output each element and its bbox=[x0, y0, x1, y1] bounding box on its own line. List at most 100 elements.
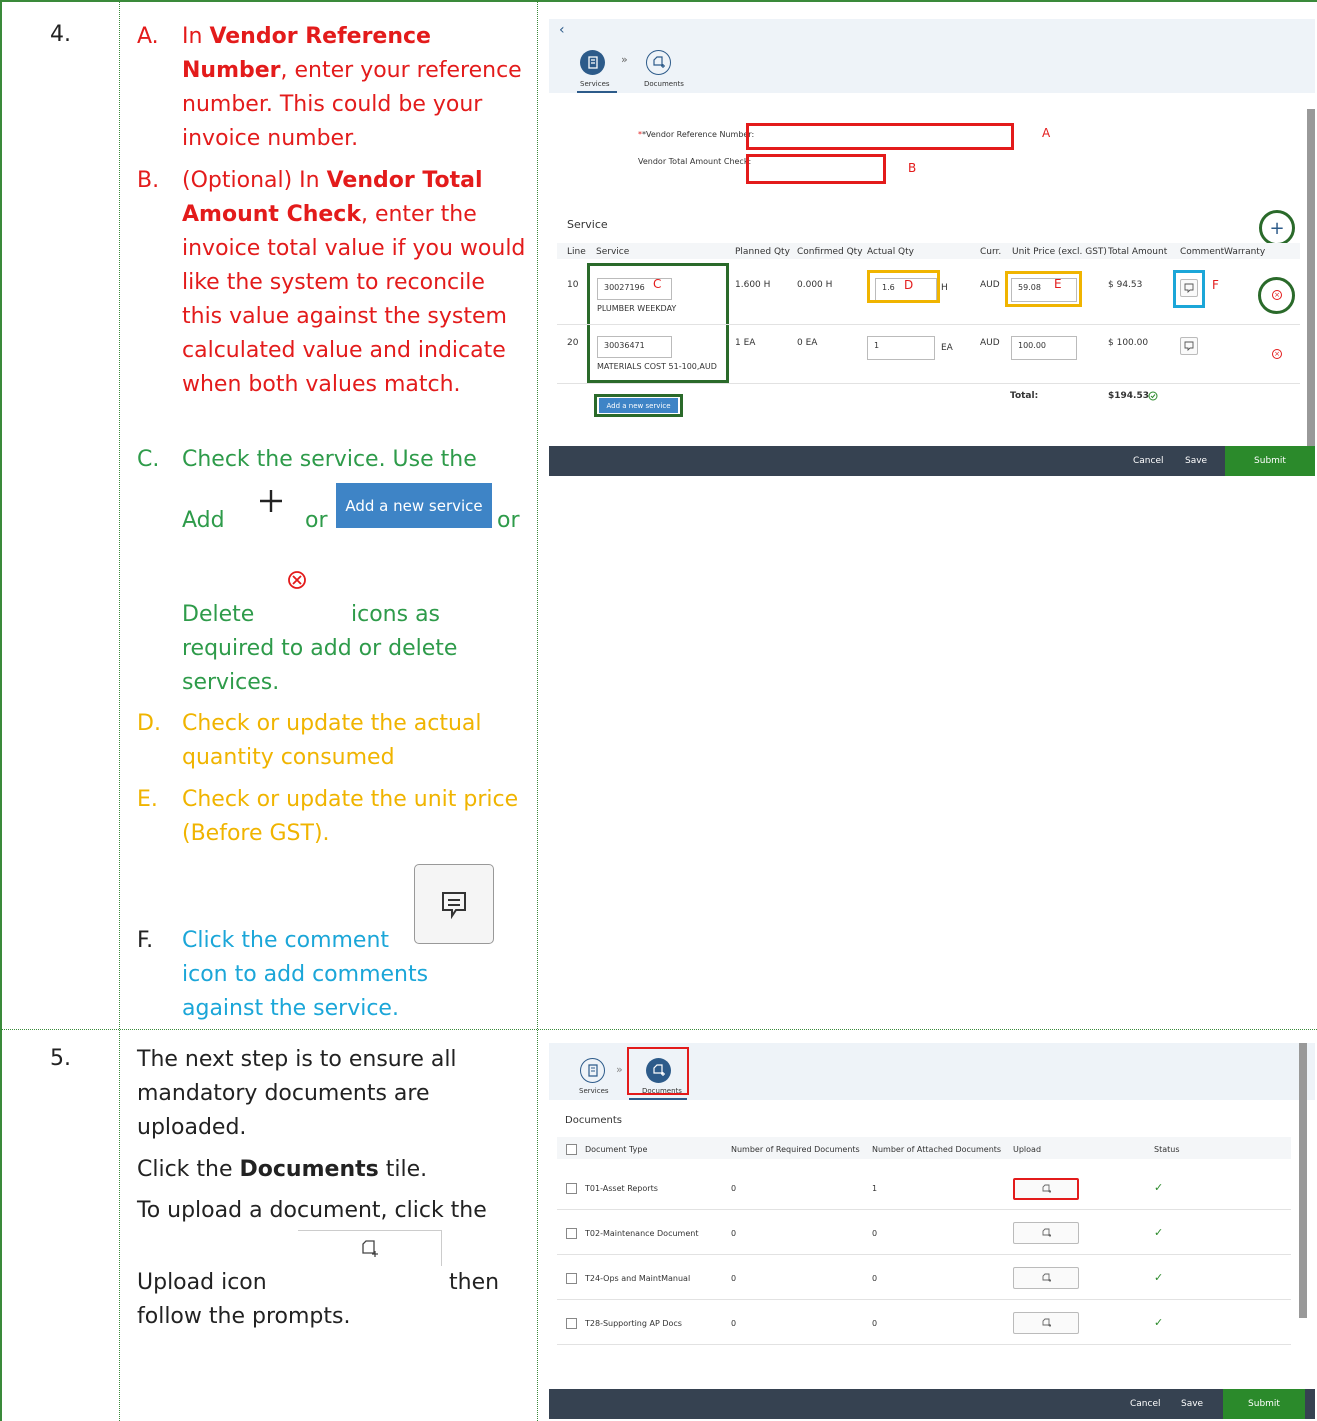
annotation-c: C bbox=[653, 277, 662, 291]
chevron-double-right-icon: » bbox=[616, 1063, 623, 1076]
tab-services[interactable] bbox=[580, 50, 605, 75]
delete-highlight-circle bbox=[1258, 277, 1295, 314]
delete-row-button[interactable]: × bbox=[1272, 349, 1282, 359]
item-a-text: In Vendor Reference Number, enter your r… bbox=[182, 24, 522, 151]
service-entry-screenshot: ‹ » Services Documents **Vendor Referenc… bbox=[549, 19, 1315, 476]
document-type: T24-Ops and MaintManual bbox=[585, 1274, 691, 1283]
step5-upload-text: To upload a document, click the bbox=[137, 1198, 487, 1223]
item-c-or: or bbox=[497, 508, 520, 533]
submit-button[interactable]: Submit bbox=[1223, 1389, 1305, 1419]
status-check-icon: ✓ bbox=[1154, 1181, 1164, 1194]
row-divider bbox=[557, 324, 1300, 325]
selected-tab-indicator bbox=[629, 1098, 687, 1100]
item-c-add: Add bbox=[182, 508, 225, 533]
vendor-reference-input[interactable] bbox=[746, 123, 1014, 150]
service-section-title: Service bbox=[567, 218, 608, 231]
row-checkbox[interactable] bbox=[566, 1228, 577, 1239]
item-c-text: Check the service. Use the bbox=[182, 447, 477, 472]
vertical-scrollbar[interactable] bbox=[1307, 109, 1315, 447]
item-e-text: Check or update the unit price (Before G… bbox=[182, 787, 519, 846]
vendor-total-input[interactable] bbox=[746, 154, 886, 184]
upload-button[interactable] bbox=[1013, 1222, 1079, 1244]
row-checkbox[interactable] bbox=[566, 1273, 577, 1284]
chevron-double-right-icon: » bbox=[621, 53, 628, 66]
status-check-icon: ✓ bbox=[1154, 1271, 1164, 1284]
unit: EA bbox=[941, 343, 953, 353]
upload-icon bbox=[1042, 1273, 1051, 1282]
upload-button[interactable] bbox=[1013, 1267, 1079, 1289]
column-header: Upload bbox=[1013, 1145, 1042, 1154]
tab-documents-label: Documents bbox=[644, 80, 684, 88]
service-description: MATERIALS COST 51-100,AUD bbox=[597, 362, 717, 371]
tab-services-label: Services bbox=[580, 80, 610, 88]
match-status-icon bbox=[1148, 391, 1158, 401]
row-divider bbox=[557, 1299, 1291, 1300]
step5-then: then bbox=[449, 1270, 500, 1295]
add-new-service-button[interactable]: Add a new service bbox=[599, 398, 678, 413]
service-code-input[interactable]: 30036471 bbox=[597, 336, 672, 358]
unit-price-input[interactable]: 100.00 bbox=[1011, 336, 1077, 360]
row-divider bbox=[557, 1209, 1291, 1210]
comment-icon bbox=[442, 892, 466, 919]
unit-price-highlight-box bbox=[1005, 271, 1082, 307]
back-icon[interactable]: ‹ bbox=[559, 22, 565, 38]
submit-button[interactable]: Submit bbox=[1225, 446, 1315, 476]
column-header: Warranty bbox=[1224, 247, 1266, 257]
total-label: Total: bbox=[1010, 391, 1039, 401]
annotation-b: B bbox=[908, 161, 917, 175]
document-type: T02-Maintenance Document bbox=[585, 1229, 699, 1238]
item-letter-f: F. bbox=[137, 928, 154, 953]
status-check-icon: ✓ bbox=[1154, 1226, 1164, 1239]
save-button[interactable]: Save bbox=[1185, 446, 1207, 476]
row-checkbox[interactable] bbox=[566, 1183, 577, 1194]
annotation-a: A bbox=[1042, 126, 1051, 140]
upload-icon bbox=[1042, 1228, 1051, 1237]
required-count: 0 bbox=[731, 1184, 737, 1193]
column-header: Number of Attached Documents bbox=[872, 1145, 1002, 1154]
save-button[interactable]: Save bbox=[1181, 1389, 1203, 1419]
step-number-5: 5. bbox=[50, 1046, 71, 1071]
upload-button[interactable] bbox=[1013, 1312, 1079, 1334]
upload-button[interactable] bbox=[1013, 1178, 1079, 1200]
row-divider bbox=[557, 1254, 1291, 1255]
row-divider bbox=[557, 383, 1300, 384]
row-checkbox[interactable] bbox=[566, 1318, 577, 1329]
comment-highlight-box bbox=[1173, 270, 1205, 308]
upload-icon bbox=[1042, 1184, 1051, 1193]
select-all-checkbox[interactable] bbox=[566, 1144, 577, 1155]
column-header: Line bbox=[567, 247, 586, 257]
vendor-reference-label: **Vendor Reference Number: bbox=[638, 130, 755, 139]
add-service-plus-button[interactable]: + bbox=[1259, 210, 1295, 246]
column-header: Service bbox=[596, 247, 630, 257]
upload-icon bbox=[1042, 1318, 1051, 1327]
column-divider bbox=[537, 0, 538, 1421]
step5-follow: follow the prompts. bbox=[137, 1304, 351, 1329]
column-header: Number of Required Documents bbox=[731, 1145, 860, 1154]
row-line: 10 bbox=[567, 280, 579, 290]
item-c-text: services. bbox=[182, 670, 280, 695]
comment-button[interactable] bbox=[1180, 337, 1198, 355]
tab-services[interactable] bbox=[580, 1058, 605, 1083]
tab-documents[interactable] bbox=[646, 50, 671, 75]
cancel-button[interactable]: Cancel bbox=[1133, 446, 1164, 476]
vertical-scrollbar[interactable] bbox=[1299, 1043, 1307, 1318]
documents-tab-highlight bbox=[627, 1047, 689, 1095]
column-header: Curr. bbox=[980, 247, 1002, 257]
step5-click-documents: Click the Documents tile. bbox=[137, 1157, 428, 1182]
cancel-button[interactable]: Cancel bbox=[1130, 1389, 1161, 1419]
item-letter-b: B. bbox=[137, 168, 160, 193]
actual-qty-input[interactable]: 1 bbox=[867, 336, 935, 360]
status-check-icon: ✓ bbox=[1154, 1316, 1164, 1329]
grand-total: $194.53 bbox=[1108, 391, 1149, 401]
upload-icon-sample bbox=[298, 1230, 442, 1266]
step5-upload-text: Upload icon bbox=[137, 1270, 267, 1295]
column-header: Unit Price (excl. GST) bbox=[1012, 247, 1107, 257]
column-header: Confirmed Qty bbox=[797, 247, 863, 257]
vendor-total-label: Vendor Total Amount Check: bbox=[638, 157, 752, 166]
item-c-or: or bbox=[305, 508, 328, 533]
total-amount: $ 100.00 bbox=[1108, 338, 1149, 348]
document-icon bbox=[587, 1064, 598, 1077]
annotation-e: E bbox=[1054, 277, 1062, 291]
item-c-delete: Delete bbox=[182, 602, 255, 627]
planned-qty: 1 EA bbox=[735, 338, 756, 348]
